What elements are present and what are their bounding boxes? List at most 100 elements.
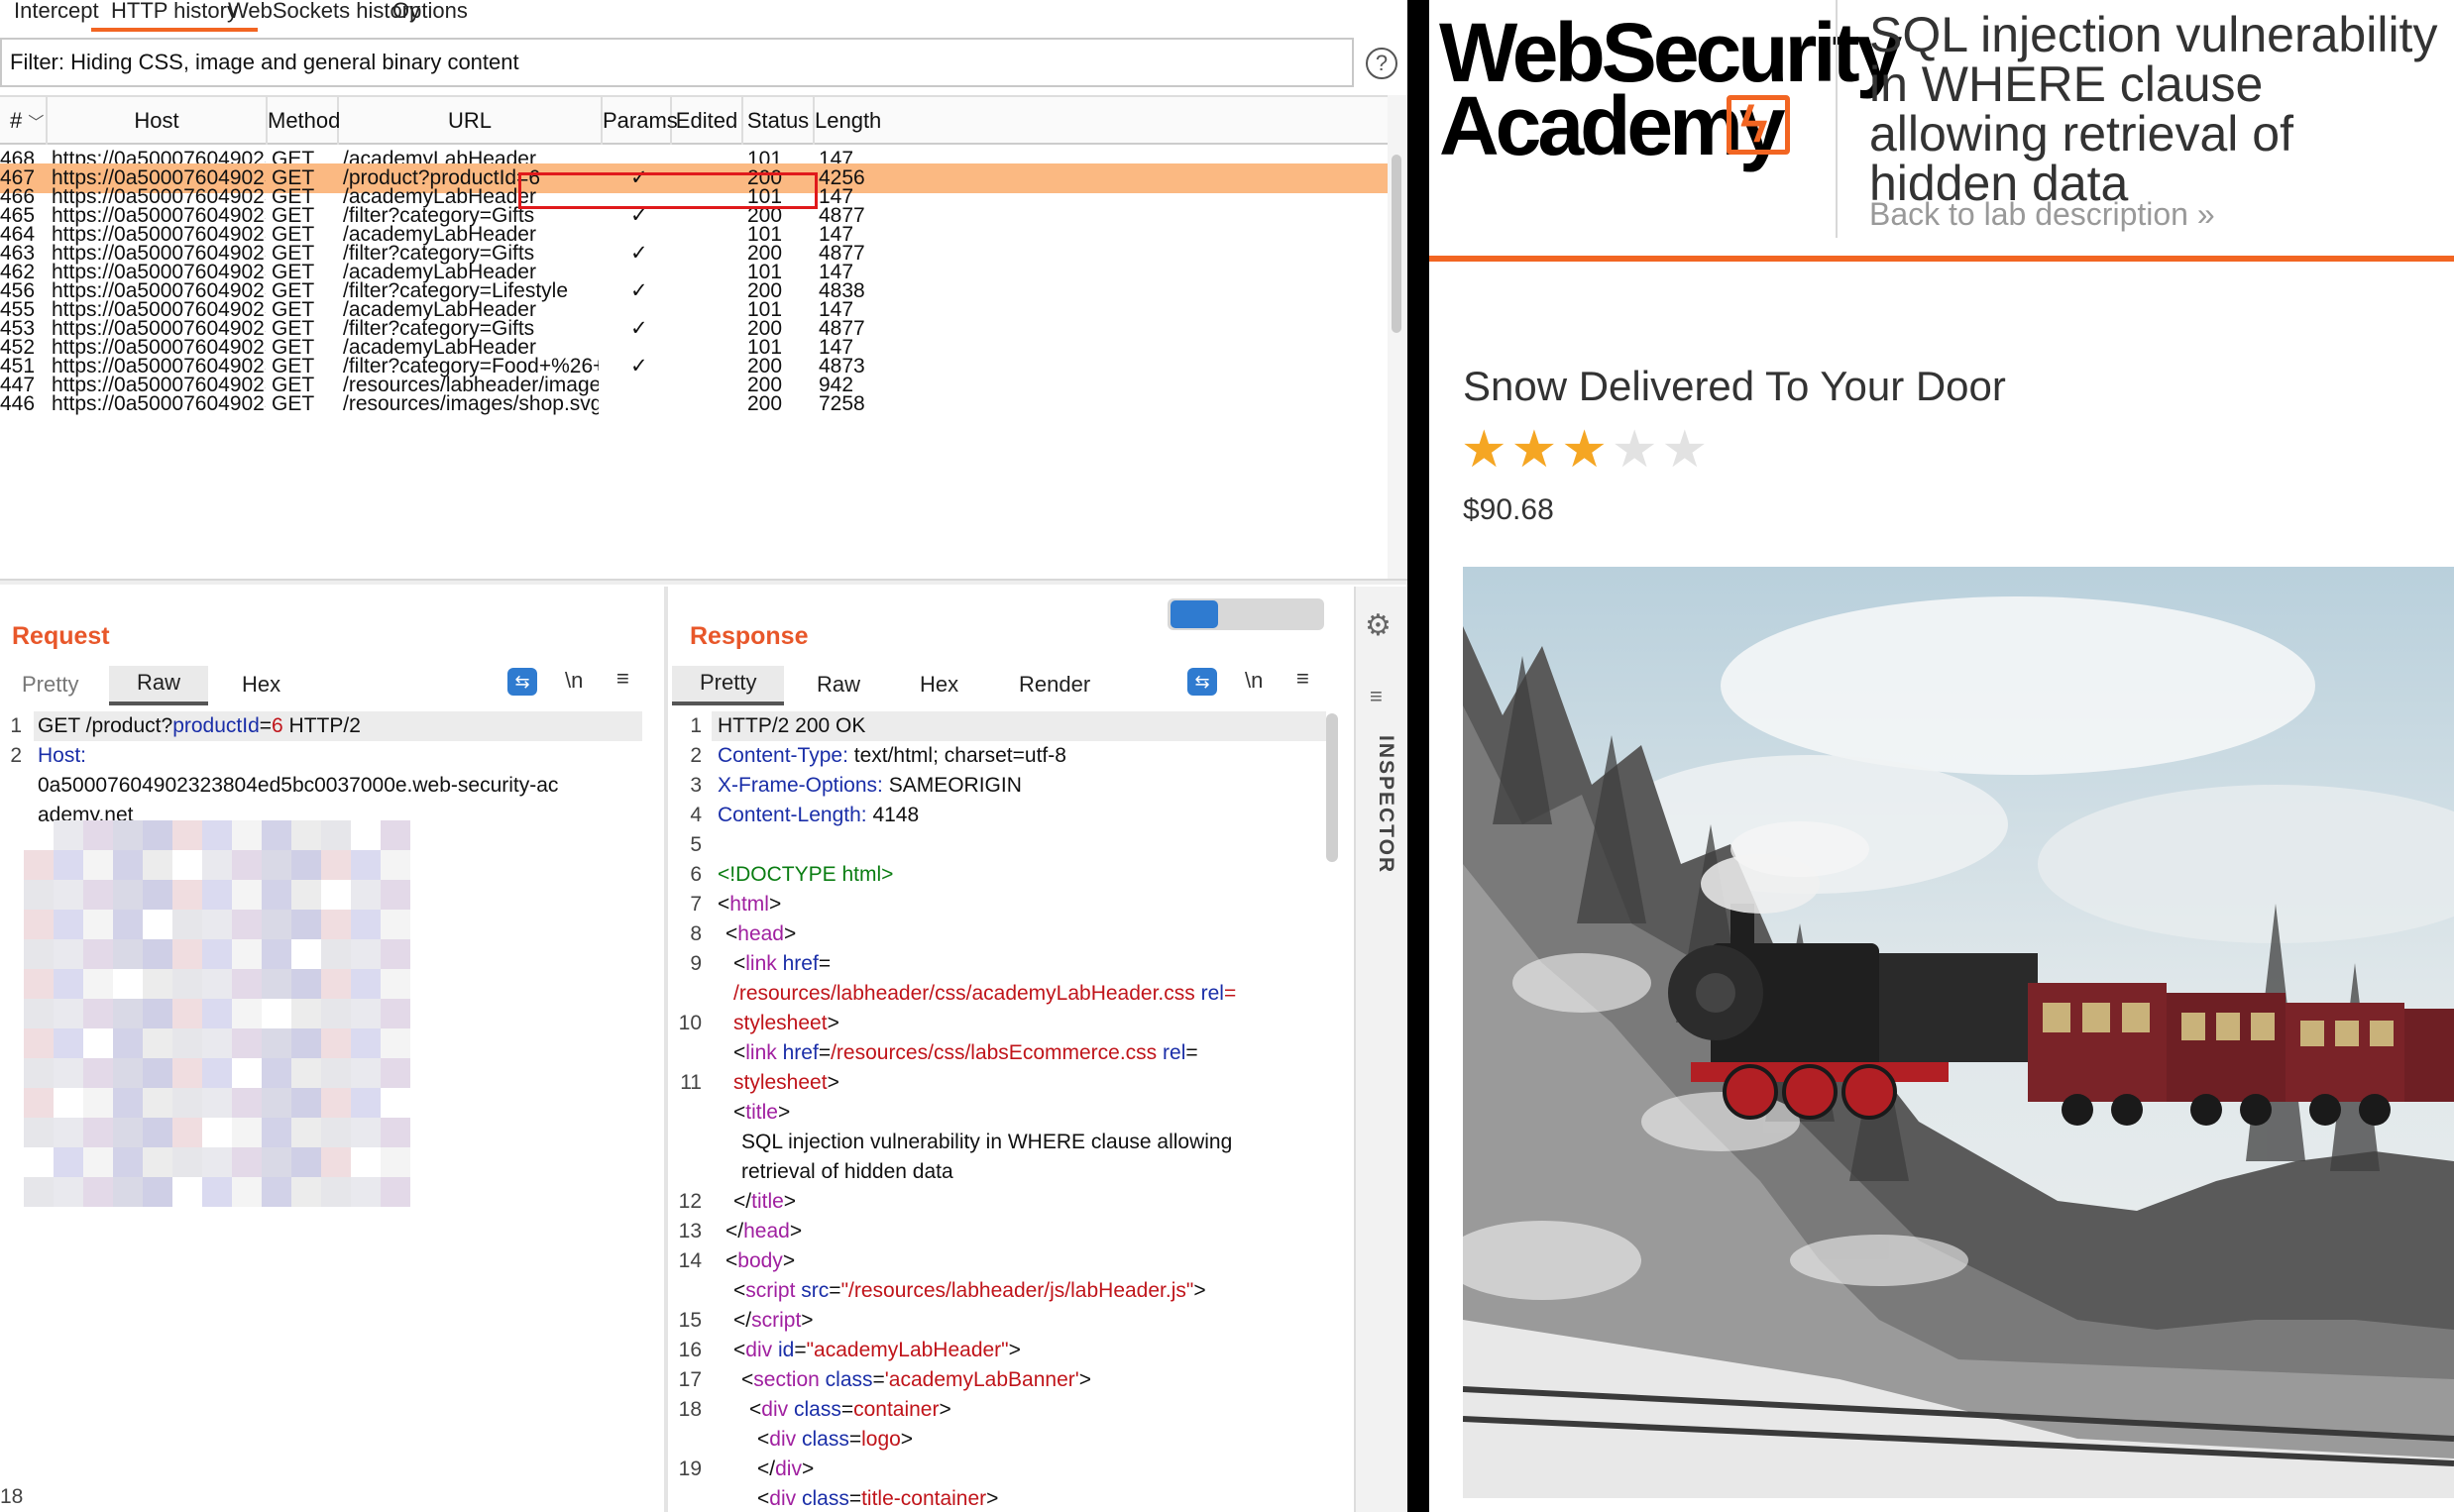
request-tab-raw[interactable]: Raw bbox=[109, 666, 209, 705]
redacted-pixel bbox=[172, 1058, 202, 1088]
inspector-label[interactable]: INSPECTOR bbox=[1364, 735, 1397, 874]
redacted-pixel bbox=[83, 880, 113, 910]
response-menu-icon[interactable]: ≡ bbox=[1296, 666, 1309, 692]
param-value: 6 bbox=[272, 714, 283, 737]
redacted-pixel bbox=[83, 1118, 113, 1147]
redacted-pixel bbox=[143, 1028, 172, 1058]
response-tab-hex[interactable]: Hex bbox=[920, 672, 958, 698]
redacted-pixel bbox=[232, 880, 262, 910]
line-number: 15 bbox=[678, 1309, 702, 1332]
inspector-sidebar bbox=[1354, 587, 1407, 1512]
redacted-pixel bbox=[321, 850, 351, 880]
column-header-number[interactable]: # ﹀ bbox=[0, 97, 48, 145]
product-name: Snow Delivered To Your Door bbox=[1463, 363, 2006, 409]
gear-icon[interactable]: ⚙ bbox=[1365, 608, 1392, 643]
redacted-pixel bbox=[54, 969, 83, 999]
newline-toggle-button[interactable]: \n bbox=[565, 668, 583, 694]
redacted-pixel bbox=[113, 1088, 143, 1118]
cell-number: 446 bbox=[0, 392, 36, 415]
column-header-url[interactable]: URL bbox=[339, 97, 603, 145]
redacted-pixel bbox=[24, 1118, 54, 1147]
redacted-pixel bbox=[351, 1088, 381, 1118]
redacted-pixel bbox=[232, 1147, 262, 1177]
redacted-pixel bbox=[262, 1118, 291, 1147]
redacted-pixel bbox=[291, 1118, 321, 1147]
redacted-pixel bbox=[202, 939, 232, 969]
redacted-pixel bbox=[54, 939, 83, 969]
response-scrollbar[interactable] bbox=[1326, 713, 1338, 862]
redacted-pixel bbox=[321, 999, 351, 1028]
request-menu-icon[interactable]: ≡ bbox=[616, 666, 629, 692]
redacted-pixel bbox=[202, 1028, 232, 1058]
response-tab-raw[interactable]: Raw bbox=[817, 672, 860, 698]
redacted-pixel bbox=[351, 1118, 381, 1147]
response-tab-pretty[interactable]: Pretty bbox=[672, 666, 785, 705]
word-wrap-icon[interactable]: ⇆ bbox=[1187, 668, 1217, 696]
div-tag: <div class=logo> bbox=[757, 1428, 914, 1451]
doctype: <!DOCTYPE html> bbox=[718, 863, 894, 886]
response-tab-render[interactable]: Render bbox=[1019, 672, 1090, 698]
burp-proxy-window: Intercept HTTP history WebSockets histor… bbox=[0, 0, 1407, 1512]
pane-splitter[interactable] bbox=[0, 579, 1407, 585]
redacted-pixel bbox=[262, 850, 291, 880]
div-close-tag: </div> bbox=[757, 1458, 815, 1480]
tab-options[interactable]: Options bbox=[392, 0, 468, 32]
table-scrollbar-thumb[interactable] bbox=[1392, 155, 1401, 333]
redacted-pixel bbox=[54, 1118, 83, 1147]
request-tab-pretty[interactable]: Pretty bbox=[22, 672, 78, 698]
line-number: 2 bbox=[10, 744, 22, 767]
redacted-pixel bbox=[24, 999, 54, 1028]
tab-websockets-history[interactable]: WebSockets history bbox=[228, 0, 420, 32]
redacted-pixel bbox=[381, 1028, 410, 1058]
product-price: $90.68 bbox=[1463, 493, 1554, 526]
title-tag: <title> bbox=[733, 1101, 791, 1124]
horizontal-view-icon[interactable] bbox=[1222, 600, 1270, 628]
redacted-pixel bbox=[113, 1118, 143, 1147]
redacted-pixel bbox=[291, 1028, 321, 1058]
filter-bar[interactable]: Filter: Hiding CSS, image and general bi… bbox=[0, 38, 1354, 87]
table-row[interactable]: 446 https://0a50007604902323804e... GET/re… bbox=[0, 389, 1388, 419]
response-editor[interactable]: 1 2 3 4 5 6 7 8 9 10 11 12 13 14 15 16 17 18 19 HTTP/2 200… bbox=[670, 711, 1344, 1512]
redacted-pixel bbox=[321, 1058, 351, 1088]
column-header-method[interactable]: Method bbox=[268, 97, 340, 145]
lab-title: SQL injection vulnerability in WHERE cla… bbox=[1869, 7, 2438, 211]
help-icon[interactable]: ? bbox=[1366, 48, 1397, 79]
newline-toggle-button[interactable]: \n bbox=[1245, 668, 1263, 694]
line-number: 13 bbox=[678, 1220, 702, 1242]
column-header-edited[interactable]: Edited bbox=[672, 97, 743, 145]
tab-intercept[interactable]: Intercept bbox=[14, 0, 99, 32]
redacted-pixel bbox=[113, 1147, 143, 1177]
html-tag: <html> bbox=[718, 893, 782, 916]
column-header-host[interactable]: Host bbox=[48, 97, 268, 145]
line-number: 17 bbox=[678, 1368, 702, 1391]
redacted-pixel bbox=[291, 1177, 321, 1207]
table-header: # ﹀ Host Method URL Params Edited Status… bbox=[0, 95, 1388, 145]
column-header-params[interactable]: Params bbox=[603, 97, 678, 145]
body-tag: <body> bbox=[725, 1249, 796, 1272]
header-key: Content-Type: bbox=[718, 744, 848, 767]
header-key: X-Frame-Options: bbox=[718, 774, 883, 797]
redacted-pixel bbox=[202, 880, 232, 910]
back-to-lab-link[interactable]: Back to lab description » bbox=[1869, 196, 2215, 233]
redacted-pixel bbox=[143, 850, 172, 880]
param-equals: = bbox=[259, 714, 273, 737]
redacted-pixel bbox=[291, 910, 321, 939]
column-header-length[interactable]: Length bbox=[815, 97, 881, 145]
redacted-pixel bbox=[262, 910, 291, 939]
title-text-cont: retrieval of hidden data bbox=[741, 1160, 953, 1183]
split-view-icon[interactable] bbox=[1171, 600, 1218, 628]
redacted-pixel bbox=[172, 969, 202, 999]
rel-value: stylesheet> bbox=[733, 1012, 839, 1034]
request-response-splitter[interactable] bbox=[664, 587, 668, 1512]
redacted-pixel bbox=[202, 969, 232, 999]
single-view-icon[interactable] bbox=[1274, 600, 1321, 628]
word-wrap-icon[interactable]: ⇆ bbox=[507, 668, 537, 696]
cell-params bbox=[630, 389, 660, 419]
redacted-pixel bbox=[24, 969, 54, 999]
column-header-status[interactable]: Status bbox=[743, 97, 815, 145]
redacted-pixel bbox=[262, 939, 291, 969]
redacted-pixel bbox=[113, 1177, 143, 1207]
redacted-pixel bbox=[83, 910, 113, 939]
request-tab-hex[interactable]: Hex bbox=[242, 672, 280, 698]
inspector-menu-icon[interactable]: ≡ bbox=[1370, 684, 1383, 709]
